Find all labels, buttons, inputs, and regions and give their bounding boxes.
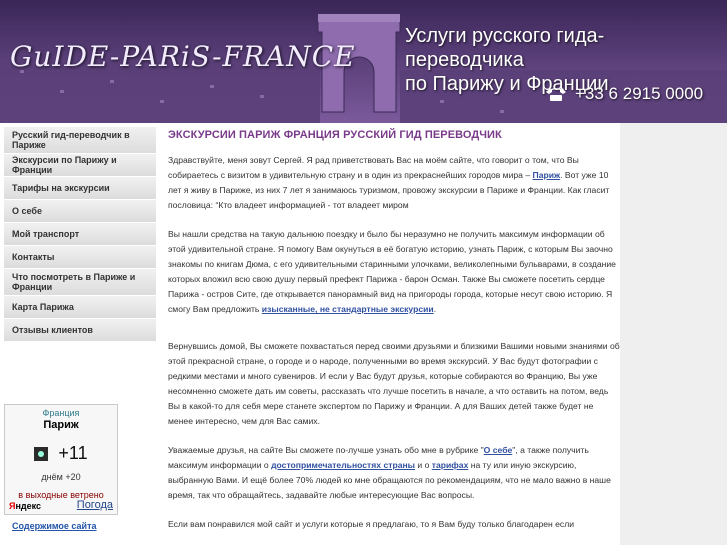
- right-column: [620, 123, 727, 545]
- paris-link[interactable]: Париж: [533, 170, 561, 180]
- nav-item-guide[interactable]: Русский гид-переводчик в Париже: [4, 127, 156, 154]
- return-paragraph: Вернувшись домой, Вы сможете похвастатьс…: [168, 341, 620, 426]
- weather-widget: Франция Париж +11 днём +20 в выходные ве…: [4, 404, 118, 515]
- phone-icon: [546, 88, 566, 101]
- weather-condition-icon: [34, 446, 49, 461]
- weather-city: Париж: [43, 419, 79, 431]
- yandex-logo-rest: ндекс: [15, 501, 42, 511]
- friends-text-a: Уважаемые друзья, на сайте Вы сможете по…: [168, 445, 484, 455]
- nav-item-transport[interactable]: Мой транспорт: [4, 223, 156, 246]
- page-title: ЭКСКУРСИИ ПАРИЖ ФРАНЦИЯ РУССКИЙ ГИД ПЕРЕ…: [168, 129, 502, 141]
- friends-text-c: и о: [415, 460, 432, 470]
- exclusive-excursions-link[interactable]: изысканные, не стандартные экскурсии: [262, 304, 434, 314]
- weather-country: Франция: [42, 408, 80, 418]
- phone-number: +33 6 2915 0000: [575, 84, 704, 103]
- weather-forecast-link[interactable]: Погода: [77, 499, 113, 511]
- nav-item-about[interactable]: О себе: [4, 200, 156, 223]
- friends-paragraph: Уважаемые друзья, на сайте Вы сможете по…: [168, 443, 620, 503]
- main-content: ЭКСКУРСИИ ПАРИЖ ФРАНЦИЯ РУССКИЙ ГИД ПЕРЕ…: [160, 123, 620, 545]
- weather-day-temp: днём +20: [41, 472, 81, 482]
- tariffs-link[interactable]: тарифах: [432, 460, 469, 470]
- history-text-a: Вы нашли средства на такую дальнюю поезд…: [168, 229, 616, 314]
- site-logo[interactable]: GuIDE-PARiS-FRANCE: [10, 40, 356, 73]
- nav-item-contacts[interactable]: Контакты: [4, 246, 156, 269]
- nav-item-reviews[interactable]: Отзывы клиентов: [4, 319, 156, 342]
- site-map-link[interactable]: Содержимое сайта: [12, 521, 97, 531]
- tagline-line-1: Услуги русского гида-переводчика: [405, 25, 605, 71]
- nav-item-excursions[interactable]: Экскурсии по Парижу и Франции: [4, 154, 156, 177]
- weather-temperature: +11: [58, 443, 88, 463]
- header-phone: +33 6 2915 0000: [545, 84, 703, 104]
- weather-row: +11: [5, 443, 117, 464]
- history-text-b: .: [433, 304, 437, 314]
- main-nav: Русский гид-переводчик в Париже Экскурси…: [4, 127, 156, 342]
- about-me-link[interactable]: О себе: [484, 445, 513, 455]
- sidebar: Русский гид-переводчик в Париже Экскурси…: [0, 123, 160, 545]
- nav-item-map[interactable]: Карта Парижа: [4, 296, 156, 319]
- intro-text-a: Здравствуйте, меня зовут Сергей. Я рад п…: [168, 155, 579, 180]
- history-paragraph: Вы нашли средства на такую дальнюю поезд…: [168, 227, 620, 317]
- nav-item-sights[interactable]: Что посмотреть в Париже и Франции: [4, 269, 156, 296]
- nav-item-tariffs[interactable]: Тарифы на экскурсии: [4, 177, 156, 200]
- closing-paragraph: Если вам понравился мой сайт и услуги ко…: [168, 519, 575, 529]
- intro-paragraph: Здравствуйте, меня зовут Сергей. Я рад п…: [168, 153, 620, 213]
- header-banner: GuIDE-PARiS-FRANCE Услуги русского гида-…: [0, 0, 727, 123]
- weather-footer: Яндекс Погода: [9, 499, 113, 511]
- sights-link[interactable]: достопримечательностях страны: [271, 460, 415, 470]
- yandex-logo[interactable]: Яндекс: [9, 501, 41, 511]
